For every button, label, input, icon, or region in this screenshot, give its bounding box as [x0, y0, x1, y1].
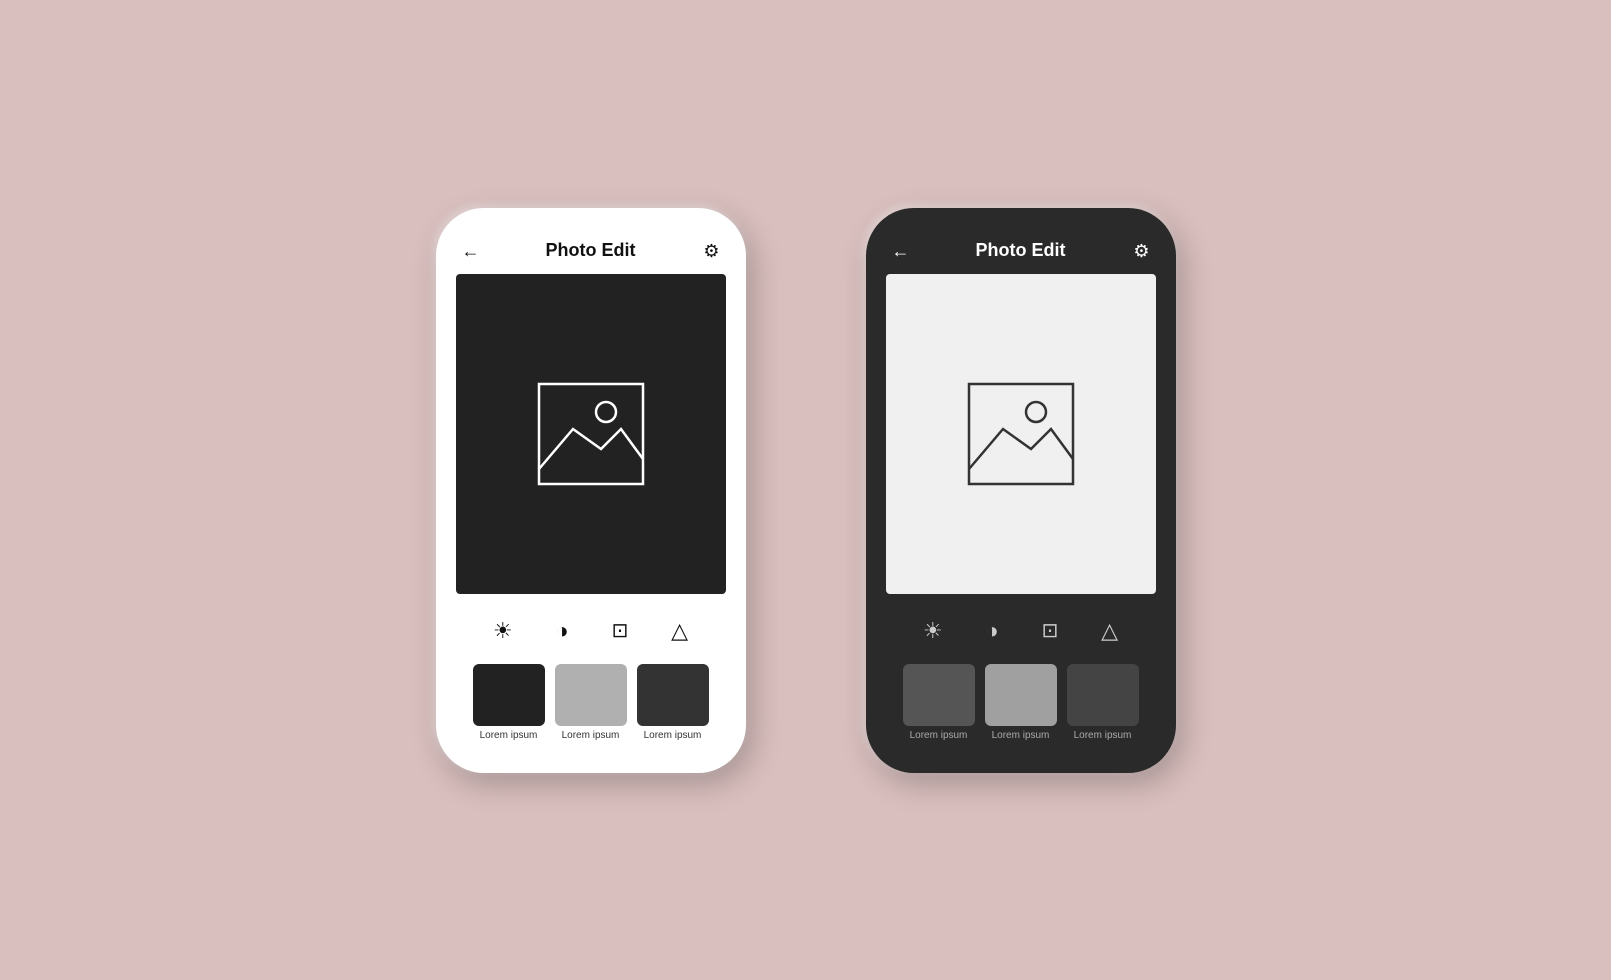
phone-light: ← Photo Edit ⚙ ☀ ◑ ⊡ △ Lorem ipsum Lorem… [436, 208, 746, 773]
filter-thumb-2-dark[interactable] [985, 664, 1057, 726]
phone-dark: ← Photo Edit ⚙ ☀ ◑ ⊡ △ Lorem ipsum Lorem… [866, 208, 1176, 773]
back-button-light[interactable]: ← [460, 240, 482, 262]
photo-area-light [456, 274, 726, 594]
filter-item-2-light[interactable]: Lorem ipsum [555, 664, 627, 741]
tune-icon-light[interactable]: △ [671, 618, 688, 644]
filter-thumb-3-light[interactable] [637, 664, 709, 726]
phone-header-light: ← Photo Edit ⚙ [456, 232, 726, 274]
phone-header-dark: ← Photo Edit ⚙ [886, 232, 1156, 274]
brightness-icon-dark[interactable]: ☀ [923, 618, 943, 644]
filter-thumb-1-light[interactable] [473, 664, 545, 726]
app-title-dark: Photo Edit [976, 240, 1066, 261]
filter-item-3-light[interactable]: Lorem ipsum [637, 664, 709, 741]
filter-thumb-3-dark[interactable] [1067, 664, 1139, 726]
tune-icon-dark[interactable]: △ [1101, 618, 1118, 644]
tools-row-dark: ☀ ◑ ⊡ △ [886, 610, 1156, 652]
filter-label-1-dark: Lorem ipsum [910, 730, 968, 741]
back-button-dark[interactable]: ← [890, 240, 912, 262]
filter-item-1-dark[interactable]: Lorem ipsum [903, 664, 975, 741]
filter-thumb-1-dark[interactable] [903, 664, 975, 726]
filter-label-3-light: Lorem ipsum [644, 730, 702, 741]
tools-row-light: ☀ ◑ ⊡ △ [456, 610, 726, 652]
brightness-icon-light[interactable]: ☀ [493, 618, 513, 644]
filter-thumb-2-light[interactable] [555, 664, 627, 726]
settings-button-dark[interactable]: ⚙ [1131, 240, 1151, 262]
app-title-light: Photo Edit [546, 240, 636, 261]
filters-row-light: Lorem ipsum Lorem ipsum Lorem ipsum [456, 664, 726, 741]
photo-placeholder-dark [951, 374, 1091, 494]
settings-button-light[interactable]: ⚙ [701, 240, 721, 262]
filter-item-3-dark[interactable]: Lorem ipsum [1067, 664, 1139, 741]
filter-item-2-dark[interactable]: Lorem ipsum [985, 664, 1057, 741]
crop-icon-dark[interactable]: ⊡ [1042, 618, 1059, 643]
contrast-icon-dark[interactable]: ◑ [985, 618, 998, 644]
contrast-icon-light[interactable]: ◑ [555, 618, 568, 644]
filters-row-dark: Lorem ipsum Lorem ipsum Lorem ipsum [886, 664, 1156, 741]
filter-label-1-light: Lorem ipsum [480, 730, 538, 741]
filter-label-2-dark: Lorem ipsum [992, 730, 1050, 741]
photo-placeholder-light [521, 374, 661, 494]
filter-label-3-dark: Lorem ipsum [1074, 730, 1132, 741]
filter-item-1-light[interactable]: Lorem ipsum [473, 664, 545, 741]
photo-area-dark [886, 274, 1156, 594]
crop-icon-light[interactable]: ⊡ [612, 618, 629, 643]
filter-label-2-light: Lorem ipsum [562, 730, 620, 741]
